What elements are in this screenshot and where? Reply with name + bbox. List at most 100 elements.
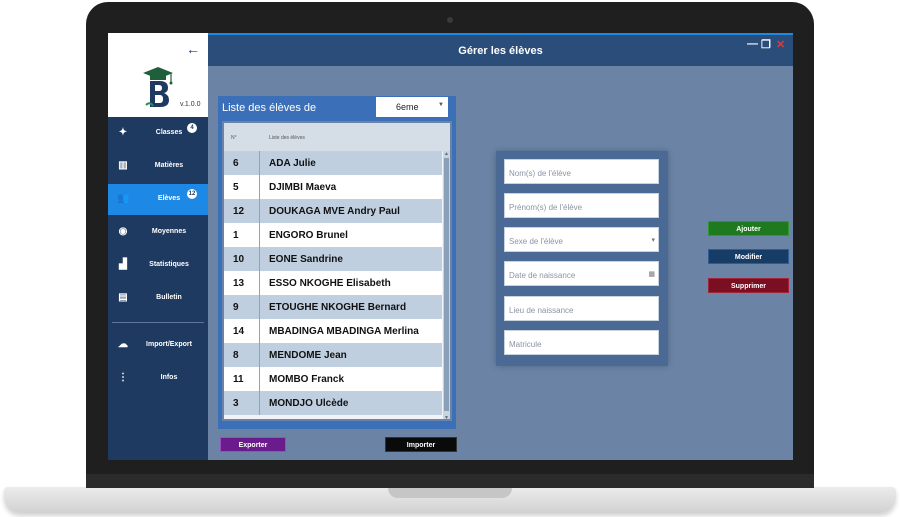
report-icon: ▤ [118,292,128,303]
table-row[interactable]: 14 MBADINGA MBADINGA Merlina [224,319,442,343]
sidebar-item-averages[interactable]: ◉ Moyennes [108,217,208,248]
row-number: 3 [224,391,260,415]
column-header-name: Liste des élèves [269,135,305,141]
students-count-badge: 12 [187,189,197,199]
table-row[interactable]: 10 EONE Sandrine [224,247,442,271]
laptop-bezel-bottom [86,474,814,488]
row-name: EONE Sandrine [269,254,343,265]
sidebar-item-info[interactable]: ⋮ Infos [108,363,208,394]
title-bar: Gérer les élèves — ❐ ✕ [208,33,793,66]
row-number: 14 [224,319,260,343]
sidebar-item-import-export[interactable]: ☁ Import/Export [108,330,208,361]
table-row[interactable]: 8 MENDOME Jean [224,343,442,367]
last-name-field[interactable]: Nom(s) de l'élève [504,159,659,184]
sidebar: ← v.1.0.0 ✦ Classes 4 ▥ Matières 👥 Elève… [108,33,208,460]
table-row[interactable]: 3 MONDJO Ulcède [224,391,442,415]
scroll-down-icon[interactable]: ▼ [443,415,450,419]
row-name: MBADINGA MBADINGA Merlina [269,326,419,337]
table-row[interactable]: 9 ETOUGHE NKOGHE Bernard [224,295,442,319]
students-icon: 👥 [117,193,130,204]
row-number: 12 [224,199,260,223]
table-row[interactable]: 5 DJIMBI Maeva [224,175,442,199]
sidebar-divider [112,322,204,323]
row-name: ADA Julie [269,158,316,169]
import-button[interactable]: Importer [385,437,457,452]
sidebar-header: ← v.1.0.0 [108,33,208,117]
sex-select[interactable]: Sexe de l'élève ▾ [504,227,659,252]
close-icon[interactable]: ✕ [776,38,785,51]
column-header-number: N° [231,135,237,141]
row-name: MENDOME Jean [269,350,347,361]
row-name: DOUKAGA MVE Andry Paul [269,206,400,217]
registration-field[interactable]: Matricule [504,330,659,355]
row-name: MONDJO Ulcède [269,398,349,409]
scrollbar-thumb[interactable] [444,158,449,411]
student-form: Nom(s) de l'élève Prénom(s) de l'élève S… [496,151,668,366]
table-scrollbar[interactable]: ▲ ▼ [443,151,450,419]
scroll-up-icon[interactable]: ▲ [443,151,450,157]
add-button[interactable]: Ajouter [708,221,789,236]
delete-button[interactable]: Supprimer [708,278,789,293]
sidebar-item-students[interactable]: 👥 Elèves 12 [108,184,208,215]
sidebar-item-subjects[interactable]: ▥ Matières [108,151,208,182]
row-number: 5 [224,175,260,199]
registration-placeholder: Matricule [509,340,542,349]
chevron-down-icon: ▼ [438,102,444,108]
sidebar-item-report-card[interactable]: ▤ Bulletin [108,283,208,314]
average-icon: ◉ [118,226,128,237]
cloud-icon: ☁ [118,339,128,350]
birth-date-field[interactable]: Date de naissance ▦ [504,261,659,286]
classes-count-badge: 4 [187,123,197,133]
first-name-placeholder: Prénom(s) de l'élève [509,203,583,212]
webcam [447,17,453,23]
table-row[interactable]: 13 ESSO NKOGHE Elisabeth [224,271,442,295]
app-logo [143,67,173,107]
sidebar-item-classes[interactable]: ✦ Classes 4 [108,118,208,149]
laptop-notch [388,487,512,498]
table-row[interactable]: 12 DOUKAGA MVE Andry Paul [224,199,442,223]
table-header: N° Liste des élèves [224,123,450,151]
table-row[interactable]: 11 MOMBO Franck [224,367,442,391]
birth-place-placeholder: Lieu de naissance [509,306,574,315]
row-number: 1 [224,223,260,247]
row-number: 6 [224,151,260,175]
sidebar-item-statistics[interactable]: ▟ Statistiques [108,250,208,281]
sex-placeholder: Sexe de l'élève [509,237,564,246]
student-table: N° Liste des élèves 6 ADA Julie 5 DJIMBI… [222,121,452,421]
back-arrow-icon[interactable]: ← [186,41,200,57]
class-select[interactable]: 6eme ▼ [376,97,448,117]
edit-button[interactable]: Modifier [708,249,789,264]
row-number: 8 [224,343,260,367]
sidebar-item-label: Bulletin [156,294,182,301]
calendar-icon[interactable]: ▦ [648,270,655,278]
row-name: ENGORO Brunel [269,230,348,241]
sidebar-item-label: Moyennes [151,228,187,235]
sidebar-item-label: Import/Export [146,341,192,348]
book-icon: ▥ [118,160,128,171]
minimize-icon[interactable]: — [747,38,758,50]
row-number: 9 [224,295,260,319]
list-header-label: Liste des élèves de [222,102,317,114]
sidebar-item-label: Matières [154,162,184,169]
row-name: MOMBO Franck [269,374,345,385]
table-row[interactable]: 6 ADA Julie [224,151,442,175]
birth-date-placeholder: Date de naissance [509,271,576,280]
birth-place-field[interactable]: Lieu de naissance [504,296,659,321]
row-name: ESSO NKOGHE Elisabeth [269,278,391,289]
chevron-down-icon: ▾ [651,237,655,244]
export-button[interactable]: Exporter [220,437,286,452]
table-row[interactable]: 1 ENGORO Brunel [224,223,442,247]
page-title: Gérer les élèves [458,45,543,57]
row-number: 11 [224,367,260,391]
first-name-field[interactable]: Prénom(s) de l'élève [504,193,659,218]
app-version: v.1.0.0 [180,101,201,108]
classes-icon: ✦ [118,127,128,138]
student-list-panel: Liste des élèves de 6eme ▼ N° Liste des … [218,96,456,429]
more-vertical-icon: ⋮ [118,372,128,383]
row-name: ETOUGHE NKOGHE Bernard [269,302,407,313]
app-window: ← v.1.0.0 ✦ Classes 4 ▥ Matières 👥 Elève… [108,33,793,460]
sidebar-item-label: Infos [160,374,178,381]
restore-icon[interactable]: ❐ [761,38,771,51]
last-name-placeholder: Nom(s) de l'élève [509,169,571,178]
row-number: 13 [224,271,260,295]
